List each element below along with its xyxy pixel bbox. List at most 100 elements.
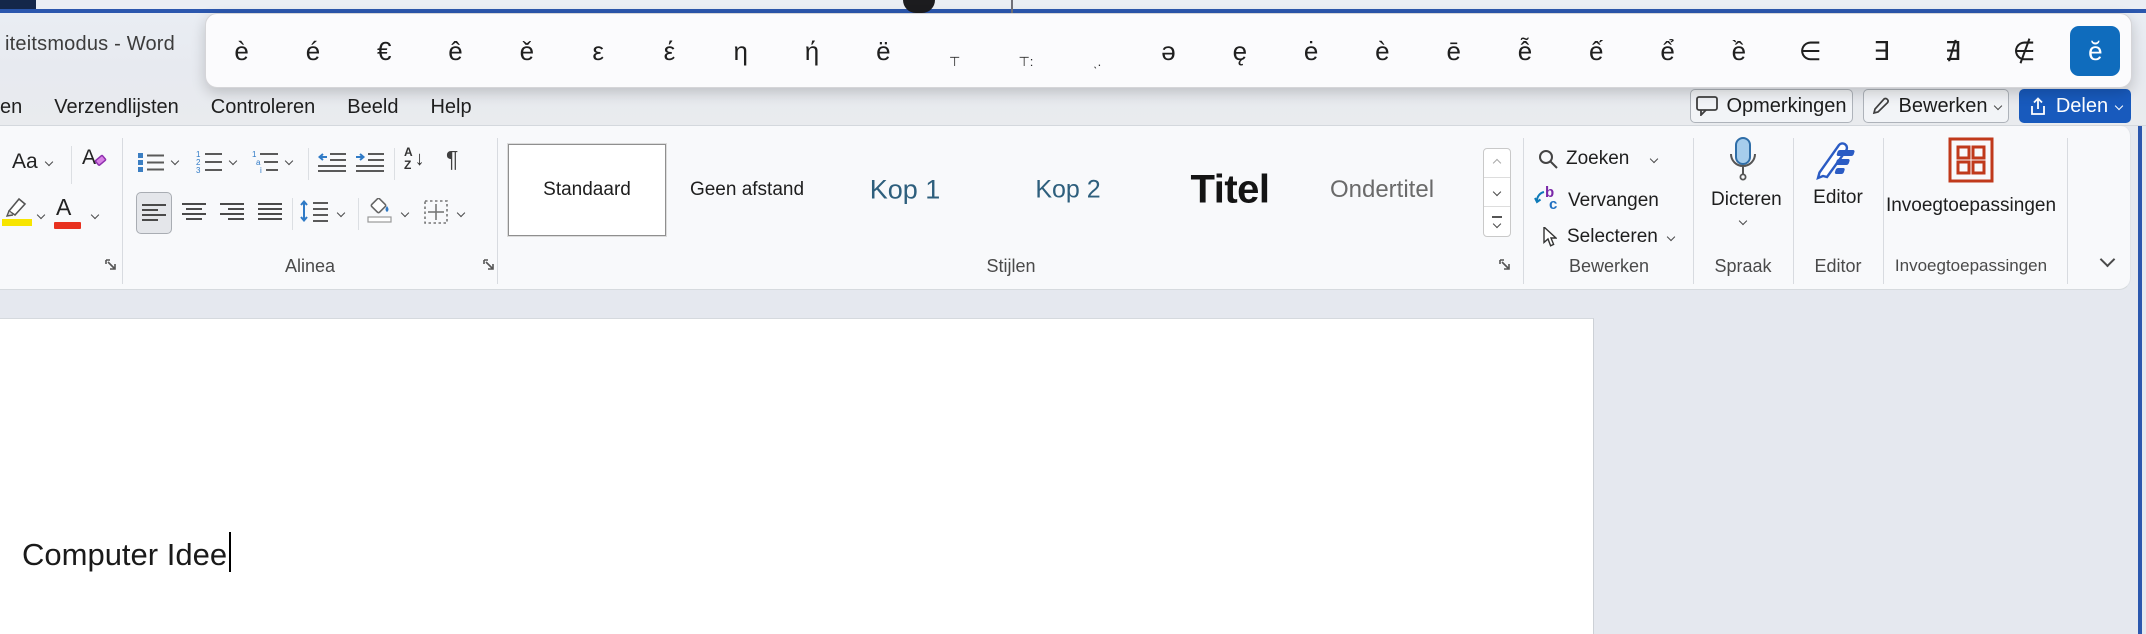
char-option[interactable]: ⊤ <box>919 14 990 87</box>
char-glyph: ē <box>1446 35 1461 66</box>
char-option[interactable]: ή <box>776 14 847 87</box>
multilevel-list-icon[interactable]: 1 a i <box>252 150 278 174</box>
tab-beeld[interactable]: Beeld <box>347 96 398 119</box>
char-option[interactable]: ε <box>562 14 633 87</box>
styles-scroll-down-button[interactable] <box>1484 178 1510 207</box>
styles-more-button[interactable] <box>1484 207 1510 236</box>
editing-mode-button[interactable]: Bewerken <box>1863 89 2009 123</box>
char-glyph: ѐ <box>1375 35 1390 66</box>
borders-chevron[interactable] <box>456 208 466 218</box>
char-option[interactable]: ë <box>848 14 919 87</box>
tab-en[interactable]: en <box>0 96 22 119</box>
increase-indent-icon[interactable] <box>356 152 384 172</box>
style-kop2[interactable]: Kop 2 <box>1035 176 1100 205</box>
replace-icon: b c <box>1534 184 1562 214</box>
multilevel-list-chevron[interactable] <box>284 156 294 166</box>
char-option[interactable]: ∄ <box>1917 14 1988 87</box>
shading-chevron[interactable] <box>400 208 410 218</box>
comments-button[interactable]: Opmerkingen <box>1690 89 1853 123</box>
char-glyph: ə <box>1161 35 1176 66</box>
borders-icon[interactable] <box>424 200 448 224</box>
char-glyph: έ <box>663 35 676 66</box>
styles-dialog-launcher[interactable] <box>1498 258 1512 272</box>
char-option[interactable]: € <box>349 14 420 87</box>
char-option[interactable]: ∈ <box>1775 14 1846 87</box>
numbered-list-chevron[interactable] <box>228 156 238 166</box>
char-option[interactable]: έ <box>634 14 705 87</box>
char-option[interactable]: é <box>277 14 348 87</box>
style-kop1[interactable]: Kop 1 <box>870 175 941 206</box>
highlight-dropdown-chevron[interactable] <box>36 210 46 220</box>
chevron-down-icon <box>1994 101 2003 111</box>
numbered-list-icon[interactable]: 1 2 3 <box>196 150 222 174</box>
style-preview: Kop 1 <box>869 174 941 205</box>
char-glyph: η <box>733 35 748 66</box>
align-center-icon[interactable] <box>182 202 206 222</box>
line-spacing-icon[interactable] <box>300 200 328 222</box>
sort-button[interactable]: AZ ↓ <box>404 146 425 172</box>
char-option[interactable]: ˎ. <box>1062 14 1133 87</box>
char-option[interactable]: ế <box>1561 14 1632 87</box>
shading-icon[interactable] <box>366 198 394 224</box>
eraser-icon <box>94 154 107 166</box>
char-option[interactable]: ⊤: <box>990 14 1061 87</box>
char-option[interactable]: ē <box>1418 14 1489 87</box>
char-option[interactable]: è <box>206 14 277 87</box>
change-case-button[interactable]: Aa <box>12 150 53 174</box>
divider <box>71 146 72 184</box>
style-standaard[interactable]: Standaard <box>507 143 667 237</box>
clear-formatting-button[interactable]: A <box>82 146 107 170</box>
select-button[interactable]: Selecteren <box>1542 226 1676 248</box>
editor-button[interactable]: Editor <box>1808 138 1868 209</box>
char-option[interactable]: ề <box>1703 14 1774 87</box>
char-option[interactable]: ѐ <box>1347 14 1418 87</box>
char-glyph: ë <box>876 35 891 66</box>
char-option[interactable]: ê <box>420 14 491 87</box>
paragraph-dialog-launcher[interactable] <box>482 258 496 272</box>
char-option[interactable]: η <box>705 14 776 87</box>
share-button[interactable]: Delen <box>2019 89 2131 123</box>
paragraph-group-label: Alinea <box>284 256 336 276</box>
font-dialog-launcher[interactable] <box>104 258 118 272</box>
addins-button[interactable]: Invoegtoepassingen <box>1880 134 2062 217</box>
align-left-button[interactable] <box>136 192 172 234</box>
char-option[interactable]: ę <box>1204 14 1275 87</box>
share-icon <box>2030 96 2045 115</box>
tab-help[interactable]: Help <box>430 96 471 119</box>
replace-button[interactable]: b c Vervangen <box>1534 184 1659 214</box>
char-option[interactable]: ė <box>1275 14 1346 87</box>
char-option[interactable]: ∉ <box>1988 14 2059 87</box>
char-option[interactable]: ∃ <box>1846 14 1917 87</box>
document-page[interactable]: Computer Idee <box>0 318 1594 634</box>
dictate-button[interactable]: Dicteren <box>1711 136 1782 229</box>
char-option[interactable]: ə <box>1133 14 1204 87</box>
char-glyph: ể <box>1660 35 1675 66</box>
style-ondertitel[interactable]: Ondertitel <box>1330 176 1434 204</box>
decrease-indent-icon[interactable] <box>318 152 346 172</box>
bullet-list-chevron[interactable] <box>170 156 180 166</box>
font-color-button[interactable]: A <box>54 194 81 229</box>
style-geen-afstand[interactable]: Geen afstand <box>690 179 804 201</box>
style-titel[interactable]: Titel <box>1190 168 1270 213</box>
highlight-color-button[interactable] <box>2 194 34 231</box>
font-color-dropdown-chevron[interactable] <box>90 210 100 220</box>
char-option[interactable]: ě <box>491 14 562 87</box>
char-option[interactable]: ễ <box>1489 14 1560 87</box>
collapse-ribbon-chevron[interactable] <box>2099 251 2116 268</box>
bullet-list-icon[interactable] <box>138 152 164 172</box>
line-spacing-chevron[interactable] <box>336 208 346 218</box>
char-glyph: ę <box>1232 35 1248 66</box>
editor-pencil-icon <box>1816 142 1855 181</box>
char-option[interactable]: ĕ <box>2060 14 2131 87</box>
group-divider <box>1693 138 1694 284</box>
find-button[interactable]: Zoeken <box>1538 148 1659 170</box>
pilcrow-button[interactable]: ¶ <box>446 146 458 173</box>
align-justify-icon[interactable] <box>258 202 282 222</box>
styles-group-label: Stijlen <box>986 256 1036 276</box>
align-right-icon[interactable] <box>220 202 244 222</box>
tab-controleren[interactable]: Controleren <box>211 96 316 119</box>
svg-text:i: i <box>260 166 262 174</box>
char-option[interactable]: ể <box>1632 14 1703 87</box>
tab-verzendlijsten[interactable]: Verzendlijsten <box>54 96 179 119</box>
styles-scroll-up-button[interactable] <box>1484 149 1510 178</box>
